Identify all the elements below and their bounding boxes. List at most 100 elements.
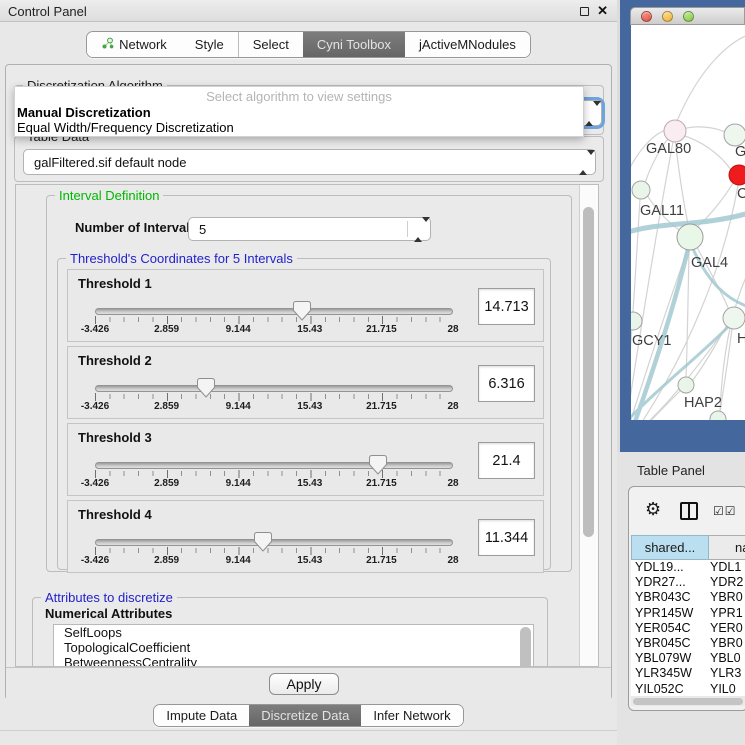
node-label-partial-mid-right: H [737, 331, 745, 347]
table-row[interactable]: YBR043CYBR0 [631, 590, 745, 605]
dropdown-option-manual-discretization[interactable]: Manual Discretization [17, 105, 151, 120]
tick-label: 2.859 [154, 324, 179, 335]
tick-label: 9.144 [226, 555, 251, 566]
node-gcy1[interactable] [631, 312, 642, 330]
attributes-listbox[interactable]: SelfLoopsTopologicalCoefficientBetweenne… [53, 624, 534, 667]
attribute-list-item[interactable]: TopologicalCoefficient [54, 640, 533, 655]
spinner-arrows-icon[interactable] [414, 222, 423, 237]
threshold-slider-track[interactable] [95, 385, 453, 392]
node-partial-mid-right[interactable] [723, 307, 745, 329]
table-data-combobox[interactable]: galFiltered.sif default node [23, 149, 596, 175]
network-icon [101, 37, 114, 53]
network-window-titlebar[interactable] [630, 7, 745, 25]
top-tab-bar: Network Style Select Cyni Toolbox jActiv… [0, 31, 617, 58]
threshold-slider-track[interactable] [95, 539, 453, 546]
threshold-panel: Threshold 4 -3.426 2.859 9.144 [67, 500, 544, 573]
table-row[interactable]: YBL079WYBL0 [631, 651, 745, 666]
table-row[interactable]: YIL052CYIL0 [631, 682, 745, 697]
slider-major-ticks [95, 316, 454, 324]
tab-select[interactable]: Select [239, 32, 303, 57]
threshold-slider-track[interactable] [95, 462, 453, 469]
gear-icon[interactable]: ⚙ [645, 499, 661, 520]
node-bottom-partial[interactable] [710, 411, 726, 420]
close-icon[interactable]: ✕ [597, 3, 608, 19]
table-row[interactable]: YDR27...YDR2 [631, 575, 745, 590]
apply-strip: Apply [6, 667, 611, 700]
number-of-intervals-label: Number of Intervals [75, 220, 197, 235]
tick-label: -3.426 [81, 555, 109, 566]
column-header-shared-name[interactable]: shared... [631, 535, 709, 560]
numerical-attributes-label: Numerical Attributes [45, 606, 172, 621]
tick-label: -3.426 [81, 324, 109, 335]
slider-major-ticks [95, 470, 454, 478]
threshold-value-field[interactable]: 14.713 [478, 288, 535, 325]
combo-arrows-icon [585, 106, 594, 121]
tab-impute-data[interactable]: Impute Data [154, 705, 249, 726]
threshold-slider-thumb[interactable] [369, 454, 387, 475]
threshold-value-field[interactable]: 11.344 [478, 519, 535, 556]
table-data-combobox-value: galFiltered.sif default node [34, 155, 186, 170]
minimize-traffic-light-icon[interactable] [662, 11, 673, 22]
dropdown-option-equal-width-frequency[interactable]: Equal Width/Frequency Discretization [17, 120, 234, 135]
tab-network-label: Network [119, 37, 167, 52]
number-of-intervals-value: 5 [199, 222, 206, 237]
node-hap2[interactable] [678, 377, 694, 393]
threshold-panel: Threshold 3 -3.426 2.859 9.144 [67, 423, 544, 496]
number-of-intervals-spinner[interactable]: 5 [188, 217, 431, 241]
node-red-selected[interactable] [729, 165, 745, 185]
cyni-toolbox-panel: Discretization Algorithm Select algorith… [5, 64, 612, 700]
column-header-name[interactable]: na [709, 535, 745, 560]
threshold-panel: Threshold 1 -3.426 2.859 9.144 [67, 269, 544, 342]
vertical-scrollbar-thumb[interactable] [583, 207, 594, 537]
tab-cyni-toolbox[interactable]: Cyni Toolbox [303, 32, 405, 57]
threshold-label: Threshold 2 [78, 353, 152, 368]
table-row[interactable]: YER054CYER0 [631, 621, 745, 636]
attribute-list-item[interactable]: BetweennessCentrality [54, 655, 533, 667]
thresholds-group: Threshold's Coordinates for 5 Intervals … [57, 258, 551, 570]
network-view-window: GAL80 GA C GAL11 GAL4 GCY1 H HAP2 [620, 0, 745, 452]
threshold-value-field[interactable]: 6.316 [478, 365, 535, 402]
tick-label: 28 [447, 401, 458, 412]
node-gal4[interactable] [677, 224, 703, 250]
table-rows: YDL19...YDL1 YDR27...YDR2 YBR043CYBR0 YP… [631, 560, 745, 696]
tick-label: 21.715 [366, 401, 397, 412]
threshold-slider-track[interactable] [95, 308, 453, 315]
tab-style[interactable]: Style [181, 32, 239, 57]
table-row[interactable]: YPR145WYPR1 [631, 606, 745, 621]
node-label-gal80: GAL80 [646, 141, 691, 157]
vertical-scrollbar-track[interactable] [579, 185, 598, 666]
threshold-value-field[interactable]: 21.4 [478, 442, 535, 479]
horizontal-scrollbar-track[interactable] [631, 696, 745, 706]
tab-discretize-data[interactable]: Discretize Data [249, 705, 361, 726]
threshold-slider-thumb[interactable] [197, 377, 215, 398]
float-window-icon[interactable] [580, 7, 589, 16]
column-layout-icon[interactable] [680, 502, 698, 520]
tab-jactivemnodules[interactable]: jActiveMNodules [405, 32, 530, 57]
apply-button[interactable]: Apply [269, 673, 339, 695]
threshold-slider-thumb[interactable] [254, 531, 272, 552]
table-row[interactable]: YLR345WYLR3 [631, 666, 745, 681]
node-gal11[interactable] [632, 181, 650, 199]
attributes-group: Attributes to discretize Numerical Attri… [32, 597, 548, 667]
node-partial-top-right[interactable] [724, 124, 745, 146]
threshold-label: Threshold 3 [78, 430, 152, 445]
tab-network[interactable]: Network [87, 32, 181, 57]
node-gal80[interactable] [664, 120, 686, 142]
tick-label: 15.43 [297, 324, 322, 335]
dropdown-hint-item: Select algorithm to view settings [15, 89, 583, 104]
node-label-partial-top-right: GA [735, 144, 745, 160]
horizontal-scrollbar-thumb[interactable] [633, 698, 743, 705]
checkbox-filter-icons[interactable]: ☑☑ [713, 504, 737, 518]
table-row[interactable]: YDL19...YDL1 [631, 560, 745, 575]
list-scrollbar-thumb[interactable] [520, 627, 531, 667]
threshold-slider-thumb[interactable] [293, 300, 311, 321]
threshold-list: Threshold 1 -3.426 2.859 9.144 [67, 269, 546, 577]
attribute-list-item[interactable]: SelfLoops [54, 625, 533, 640]
tick-label: 21.715 [366, 324, 397, 335]
tab-infer-network[interactable]: Infer Network [361, 705, 462, 726]
close-traffic-light-icon[interactable] [641, 11, 652, 22]
table-row[interactable]: YBR045CYBR0 [631, 636, 745, 651]
zoom-traffic-light-icon[interactable] [683, 11, 694, 22]
node-label-gal11: GAL11 [640, 203, 684, 219]
network-canvas[interactable]: GAL80 GA C GAL11 GAL4 GCY1 H HAP2 [631, 25, 745, 420]
